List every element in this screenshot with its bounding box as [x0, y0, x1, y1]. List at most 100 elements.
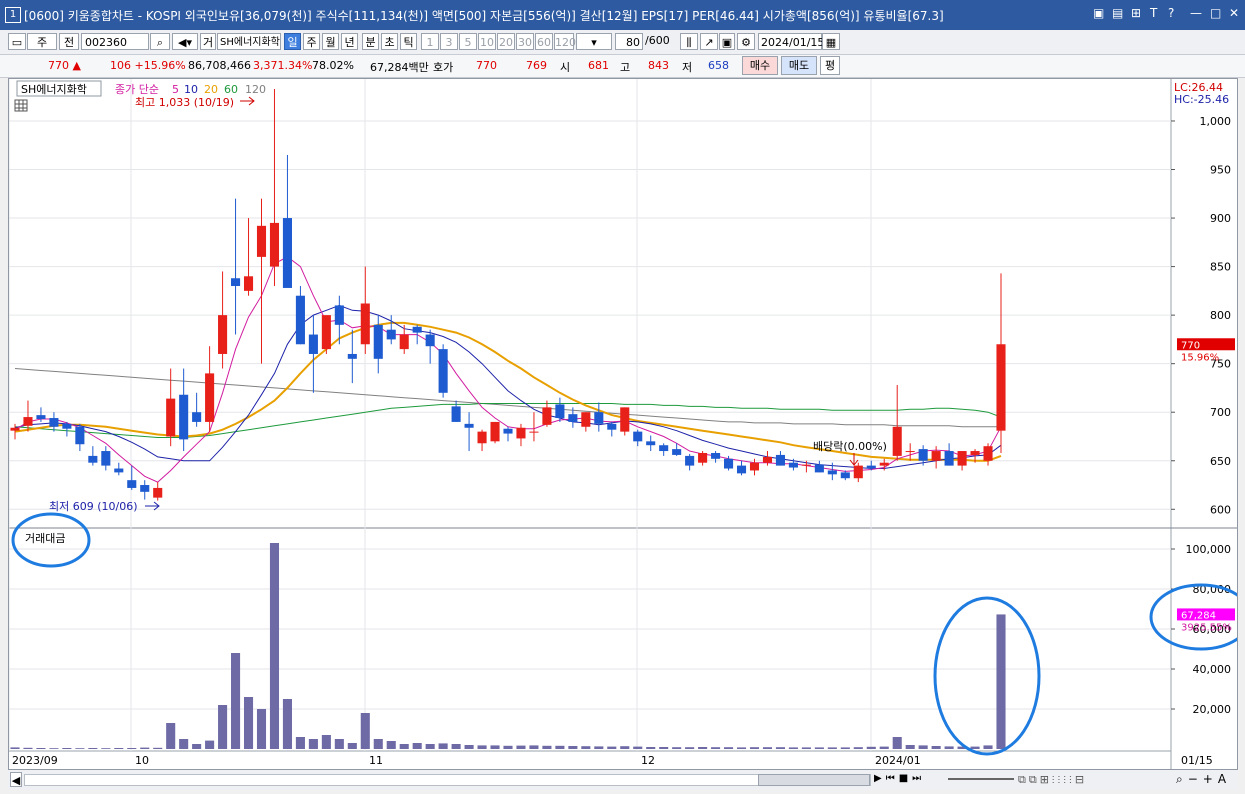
period-second[interactable]: 초 [381, 33, 398, 50]
scroll-left-icon[interactable]: ◀ [10, 772, 22, 787]
amount-bar [10, 747, 20, 749]
candle-body [594, 412, 604, 424]
custom-period-select[interactable]: ▾ [576, 33, 612, 50]
minute-30[interactable]: 30 [516, 33, 534, 50]
avg-button[interactable]: 평 [820, 56, 840, 75]
table-icon[interactable] [14, 99, 28, 112]
candle-body [451, 406, 461, 422]
period-year[interactable]: 년 [341, 33, 358, 50]
date-input[interactable]: 2024/01/15 [758, 33, 824, 50]
price-change: 106 +15.96% [110, 59, 186, 72]
amount-bar [140, 747, 150, 749]
draw-icon[interactable]: ↗ [700, 33, 718, 50]
amount-bar [360, 713, 370, 749]
candle-body [646, 441, 656, 446]
candle-body [853, 465, 863, 479]
date-label-sep: 2023/09 [12, 754, 58, 767]
amount-bar [49, 748, 59, 749]
minute-60[interactable]: 60 [535, 33, 553, 50]
date-label-nov: 11 [369, 754, 383, 767]
close-button[interactable]: ✕ [1229, 6, 1239, 20]
stock-code-input[interactable]: 002360 [81, 33, 149, 50]
amount-bar [192, 744, 202, 749]
candle-body [892, 426, 902, 456]
settings-icon[interactable]: ⚙ [737, 33, 755, 50]
scroll-thumb[interactable] [758, 774, 870, 786]
window-grid-icon[interactable]: ⊞ [1131, 6, 1141, 20]
zoom-slider[interactable] [948, 778, 1014, 780]
amount-bar [542, 745, 552, 749]
minimize-button[interactable]: — [1190, 6, 1202, 20]
help-icon[interactable]: ? [1168, 6, 1174, 20]
volume-ratio: 3,371.34% [253, 59, 313, 72]
scroll-track[interactable] [24, 774, 871, 786]
amount-bar [879, 746, 889, 749]
candle-body [23, 417, 33, 426]
amount-tick-label: 100,000 [1186, 543, 1232, 556]
minute-10[interactable]: 10 [478, 33, 496, 50]
minute-5[interactable]: 5 [459, 33, 477, 50]
amount-bar [412, 743, 422, 749]
candle-body [762, 456, 773, 463]
search-icon[interactable]: ⌕ [150, 33, 170, 50]
sound-icon[interactable]: ◀▾ [172, 33, 198, 50]
candle-body [814, 464, 824, 473]
period-day[interactable]: 일 [284, 33, 301, 50]
amount-bar [464, 745, 474, 749]
period-minute[interactable]: 분 [362, 33, 379, 50]
period-tick[interactable]: 틱 [400, 33, 417, 50]
chart-type-icon[interactable]: ▭ [8, 33, 26, 50]
current-price: 770 ▲ [48, 59, 81, 72]
font-icon[interactable]: T [1150, 6, 1157, 20]
window-mode-icon[interactable]: ▣ [1093, 6, 1104, 20]
amount-bar [308, 739, 318, 749]
candle-body [386, 329, 396, 340]
chart-area[interactable]: 600 650 700 750 800 850 900 950 1,000 20,000 40,00… [8, 78, 1238, 770]
candle-body [801, 464, 811, 466]
window-list-icon[interactable]: ▤ [1112, 6, 1123, 20]
candle-body [503, 428, 513, 434]
amount-bar [866, 746, 876, 749]
candle-body [62, 423, 72, 429]
amount-bar [607, 746, 617, 749]
minute-1[interactable]: 1 [421, 33, 439, 50]
save-icon[interactable]: ▣ [719, 33, 735, 50]
market-select[interactable]: 주 [27, 33, 57, 50]
amount-bar [646, 747, 656, 749]
period-month[interactable]: 월 [322, 33, 339, 50]
candle-icon[interactable]: ⫼ [680, 33, 698, 50]
period-week[interactable]: 주 [303, 33, 320, 50]
high-note: 최고 1,033 (10/19) [135, 96, 234, 109]
candle-body [464, 423, 474, 428]
trade-amount: 67,284백만 [370, 61, 429, 74]
price-tick-label: 950 [1210, 164, 1231, 177]
minute-3[interactable]: 3 [440, 33, 458, 50]
turnover-pct: 78.02% [312, 59, 354, 72]
minute-20[interactable]: 20 [497, 33, 515, 50]
sell-button[interactable]: 매도 [781, 56, 817, 75]
candle-body [633, 431, 643, 442]
mode-button[interactable]: 전 [59, 33, 79, 50]
candle-body [568, 414, 578, 422]
amount-bar [905, 745, 915, 749]
amount-bar [659, 747, 669, 749]
candle-body [749, 462, 760, 471]
calendar-icon[interactable]: ▦ [822, 33, 840, 50]
buy-button[interactable]: 매수 [742, 56, 778, 75]
maximize-button[interactable]: □ [1210, 6, 1221, 20]
count-input[interactable]: 80 [615, 33, 643, 50]
tool-icons[interactable]: ⧉⧉⊞⫶⫶⫶⫶⊟ [1018, 773, 1087, 787]
amount-bar [179, 739, 189, 749]
candle-body [477, 431, 487, 444]
price-tick-label: 1,000 [1200, 115, 1232, 128]
minute-120[interactable]: 120 [554, 33, 576, 50]
date-label-dec: 12 [641, 754, 655, 767]
price-chart[interactable]: 6006507007508008509009501,00020,00040,00… [9, 79, 1237, 769]
playback-controls[interactable]: ▶⏮■⏭ [874, 773, 925, 784]
zoom-icons[interactable]: ⌕−+A [1176, 772, 1231, 787]
name-button[interactable]: 거 [200, 33, 216, 50]
amount-bar [620, 746, 630, 749]
low-label: 저 [682, 61, 693, 74]
amount-bar [724, 747, 734, 749]
candle-body [218, 315, 228, 354]
